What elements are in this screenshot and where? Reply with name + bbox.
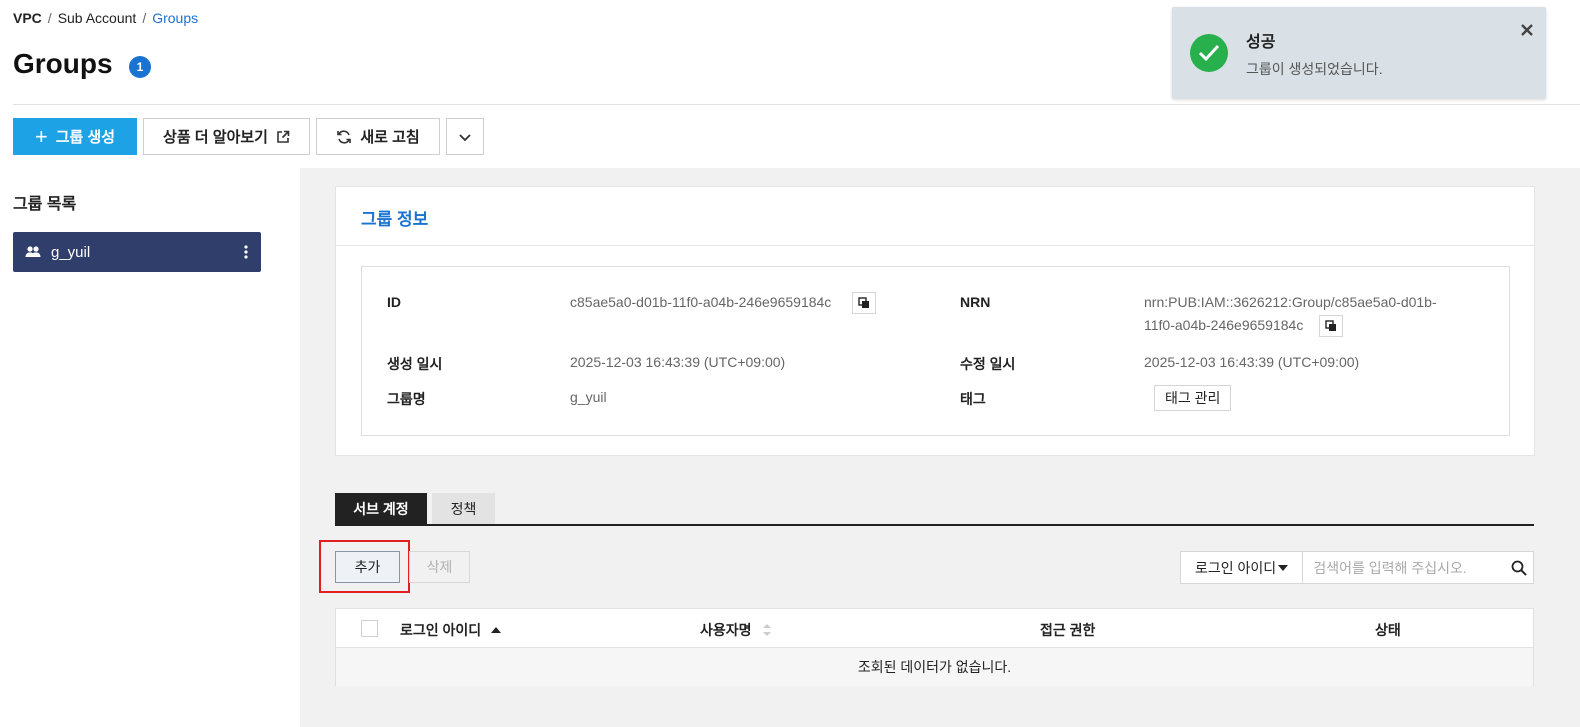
group-info-title: 그룹 정보 [361, 210, 429, 229]
breadcrumb-vpc[interactable]: VPC [13, 10, 42, 26]
success-toast: 성공 그룹이 생성되었습니다. [1172, 7, 1546, 99]
sidebar: 그룹 목록 g_yuil [0, 168, 300, 727]
learn-more-button[interactable]: 상품 더 알아보기 [143, 118, 310, 155]
breadcrumb-separator: / [142, 10, 147, 26]
select-all-checkbox[interactable] [361, 620, 378, 637]
modified-value: 2025-12-03 16:43:39 (UTC+09:00) [1144, 354, 1360, 370]
sidebar-item-g-yuil[interactable]: g_yuil [13, 232, 261, 272]
copy-nrn-button[interactable] [1319, 315, 1343, 337]
search-input[interactable] [1303, 552, 1505, 583]
search-field-select[interactable]: 로그인 아이디 [1181, 552, 1304, 583]
toast-message: 그룹이 생성되었습니다. [1246, 61, 1383, 77]
nrn-label: NRN [960, 294, 991, 310]
table-header: 로그인 아이디 사용자명 접근 권한 상태 [336, 609, 1533, 648]
column-access: 접근 권한 [1040, 620, 1095, 640]
column-login-id[interactable]: 로그인 아이디 [400, 620, 502, 640]
delete-button[interactable]: 삭제 [409, 551, 470, 583]
header-divider [13, 104, 1580, 105]
manage-tags-button[interactable]: 태그 관리 [1154, 385, 1232, 411]
column-label: 접근 권한 [1040, 622, 1096, 638]
search-field-selected: 로그인 아이디 [1195, 559, 1277, 576]
tag-label: 태그 [960, 391, 986, 407]
modified-label: 수정 일시 [960, 356, 1016, 372]
copy-icon [858, 297, 869, 308]
create-group-button[interactable]: + 그룹 생성 [13, 118, 137, 155]
add-button[interactable]: 추가 [335, 551, 400, 583]
caret-down-icon [1278, 564, 1289, 571]
card-divider [336, 245, 1534, 246]
breadcrumb: VPC / Sub Account / Groups [13, 10, 198, 26]
column-label: 사용자명 [700, 622, 752, 638]
column-label: 로그인 아이디 [400, 622, 482, 638]
search-button[interactable] [1504, 552, 1533, 583]
sidebar-item-label: g_yuil [51, 243, 91, 261]
count-badge: 1 [129, 56, 151, 78]
group-name-value: g_yuil [570, 389, 607, 405]
sub-account-table: 로그인 아이디 사용자명 접근 권한 상태 조회된 데이터가 없습니다. [335, 608, 1534, 686]
search-icon [1511, 560, 1527, 576]
tab-sub-accounts[interactable]: 서브 계정 [335, 493, 427, 524]
group-icon [25, 246, 41, 257]
create-group-label: 그룹 생성 [55, 129, 116, 146]
column-status: 상태 [1375, 620, 1401, 640]
learn-more-label: 상품 더 알아보기 [163, 129, 268, 146]
column-user-name[interactable]: 사용자명 [700, 620, 772, 640]
nrn-value-line2: 11f0-a04b-246e9659184c [1144, 317, 1304, 333]
refresh-label: 새로 고침 [360, 129, 420, 146]
toolbar: + 그룹 생성 상품 더 알아보기 새로 고침 [13, 118, 484, 155]
group-info-details: ID c85ae5a0-d01b-11f0-a04b-246e9659184c … [361, 266, 1510, 436]
close-icon[interactable] [1520, 23, 1534, 37]
group-name-label: 그룹명 [387, 391, 426, 407]
chevron-down-icon [459, 133, 471, 141]
success-check-icon [1190, 34, 1228, 72]
copy-icon [1325, 320, 1336, 331]
id-label: ID [387, 294, 401, 310]
id-value: c85ae5a0-d01b-11f0-a04b-246e9659184c [570, 294, 832, 310]
kebab-menu-icon[interactable] [243, 243, 249, 261]
page-title: Groups [13, 48, 113, 79]
breadcrumb-sub-account[interactable]: Sub Account [58, 10, 137, 26]
search-bar: 로그인 아이디 [1180, 551, 1534, 584]
toast-title: 성공 [1246, 34, 1276, 51]
plus-icon: + [34, 123, 48, 149]
copy-id-button[interactable] [852, 292, 876, 314]
column-label: 상태 [1375, 622, 1401, 638]
refresh-button[interactable]: 새로 고침 [316, 118, 440, 155]
tab-policies[interactable]: 정책 [432, 493, 495, 524]
breadcrumb-groups[interactable]: Groups [152, 10, 198, 26]
detail-tabs: 서브 계정 정책 [335, 493, 1534, 526]
breadcrumb-separator: / [47, 10, 52, 26]
sort-asc-icon [491, 627, 502, 633]
sort-icon [762, 624, 771, 636]
main-content: 그룹 정보 ID c85ae5a0-d01b-11f0-a04b-246e965… [300, 168, 1580, 727]
refresh-icon [337, 129, 352, 144]
more-actions-button[interactable] [446, 118, 484, 155]
empty-message: 조회된 데이터가 없습니다. [336, 648, 1533, 686]
created-value: 2025-12-03 16:43:39 (UTC+09:00) [570, 354, 786, 370]
external-link-icon [277, 130, 290, 143]
created-label: 생성 일시 [387, 356, 443, 372]
group-info-card: 그룹 정보 ID c85ae5a0-d01b-11f0-a04b-246e965… [335, 186, 1535, 456]
nrn-value-line1: nrn:PUB:IAM::3626212:Group/c85ae5a0-d01b… [1144, 294, 1437, 310]
group-list-title: 그룹 목록 [13, 196, 77, 213]
